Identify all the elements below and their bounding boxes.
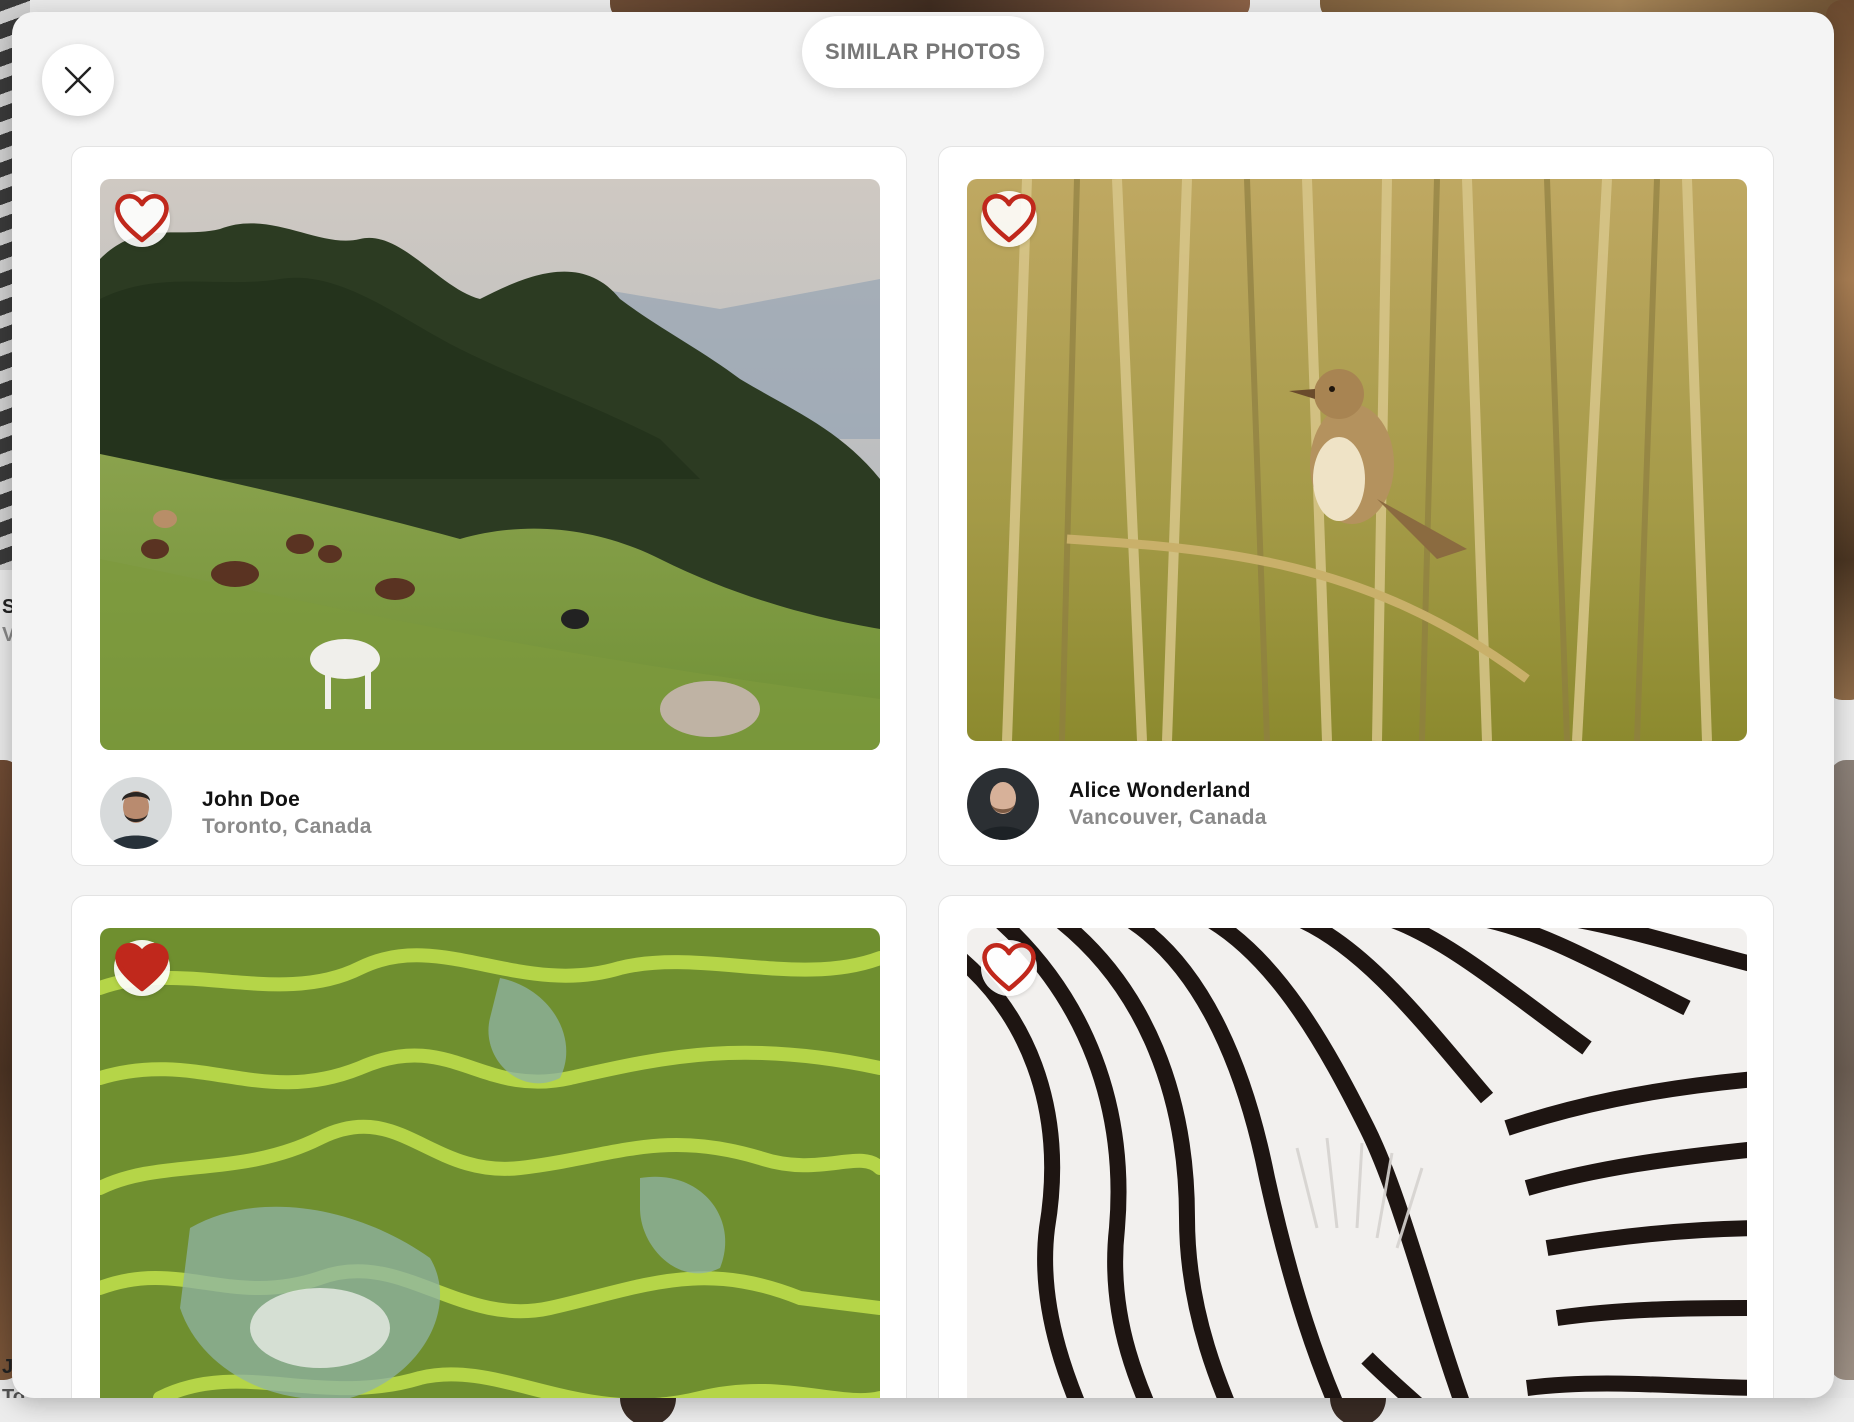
photo-card[interactable] xyxy=(938,895,1774,1398)
like-button[interactable] xyxy=(114,191,170,247)
modal-title: SIMILAR PHOTOS xyxy=(802,16,1044,88)
photo-image xyxy=(967,928,1747,1398)
photo-card[interactable]: Alice Wonderland Vancouver, Canada xyxy=(938,146,1774,866)
photo-image xyxy=(967,179,1747,741)
photo-horses[interactable] xyxy=(100,179,880,750)
background-strip xyxy=(0,1398,1854,1422)
author-location: Toronto, Canada xyxy=(202,814,372,838)
avatar[interactable] xyxy=(100,777,172,849)
author-info: Alice Wonderland Vancouver, Canada xyxy=(967,768,1267,840)
author-name[interactable]: Alice Wonderland xyxy=(1069,779,1267,803)
author-location: Vancouver, Canada xyxy=(1069,805,1267,829)
like-button[interactable] xyxy=(981,191,1037,247)
avatar[interactable] xyxy=(967,768,1039,840)
like-button[interactable] xyxy=(114,940,170,996)
close-button[interactable] xyxy=(42,44,114,116)
heart-outline-icon xyxy=(982,193,1036,243)
heart-outline-icon xyxy=(115,193,169,243)
photo-card[interactable] xyxy=(71,895,907,1398)
photo-bird-in-reeds[interactable] xyxy=(967,179,1747,741)
photo-rice-terraces[interactable] xyxy=(100,928,880,1398)
similar-photos-modal: SIMILAR PHOTOS John Doe Toronto, Canada … xyxy=(12,12,1834,1398)
close-icon xyxy=(64,66,92,94)
author-info: John Doe Toronto, Canada xyxy=(100,777,372,849)
heart-filled-icon xyxy=(115,942,169,992)
heart-outline-icon xyxy=(982,942,1036,992)
like-button[interactable] xyxy=(981,940,1037,996)
author-name[interactable]: John Doe xyxy=(202,788,372,812)
photo-card[interactable]: John Doe Toronto, Canada xyxy=(71,146,907,866)
photo-image xyxy=(100,179,880,750)
photo-image xyxy=(100,928,880,1398)
photo-zebra-stripes[interactable] xyxy=(967,928,1747,1398)
